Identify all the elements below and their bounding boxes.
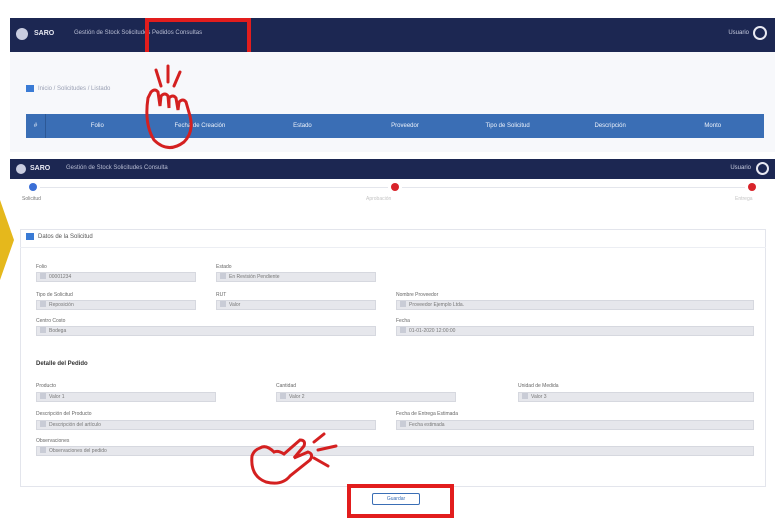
tipo-solicitud-field[interactable]: Reposición <box>36 300 196 310</box>
grid-column-header[interactable]: Tipo de Solicitud <box>456 123 559 129</box>
user-icon[interactable] <box>756 162 769 175</box>
descripcion-producto-field[interactable]: Descripción del artículo <box>36 420 376 430</box>
dialog-menu[interactable]: Gestión de Stock Solicitudes Consulta <box>66 165 168 171</box>
menu-highlight-box <box>145 18 251 56</box>
step-label: Entrega <box>735 196 753 202</box>
field-value: 00001234 <box>49 274 72 280</box>
user-name[interactable]: Usuario <box>728 30 749 36</box>
cantidad-field[interactable]: Valor 2 <box>276 392 456 402</box>
divider <box>20 247 766 248</box>
field-label: Unidad de Medida <box>518 383 559 389</box>
field-icon <box>40 421 46 427</box>
nombre-proveedor-field[interactable]: Proveedor Ejemplo Ltda. <box>396 300 754 310</box>
field-value: Valor 2 <box>289 394 305 400</box>
step-indicator[interactable] <box>29 183 37 191</box>
grid-column-header[interactable]: Proveedor <box>354 123 457 129</box>
pointer-hand-icon <box>250 432 338 485</box>
user-name[interactable]: Usuario <box>730 165 751 171</box>
field-label: Descripción del Producto <box>36 411 92 417</box>
field-label: Folio <box>36 264 47 270</box>
step-indicator[interactable] <box>748 183 756 191</box>
field-label: Nombre Proveedor <box>396 292 439 298</box>
field-label: Observaciones <box>36 438 70 444</box>
fecha-entrega-field[interactable]: Fecha estimada <box>396 420 754 430</box>
logo-icon <box>16 164 26 174</box>
submit-highlight-box <box>347 484 454 518</box>
folio-field[interactable]: 00001234 <box>36 272 196 282</box>
brand-name: SARO <box>34 30 55 37</box>
breadcrumb-text: Inicio / Solicitudes / Listado <box>38 86 111 93</box>
stepper-line <box>40 187 388 188</box>
unidad-medida-field[interactable]: Valor 3 <box>518 392 754 402</box>
field-value: Bodega <box>49 328 67 334</box>
step-indicator[interactable] <box>391 183 399 191</box>
pointer-hand-icon <box>145 64 193 149</box>
field-icon <box>400 327 406 333</box>
grid-column-header[interactable]: Monto <box>661 123 764 129</box>
field-label: Fecha de Entrega Estimada <box>396 411 458 417</box>
field-value: Fecha estimada <box>409 422 445 428</box>
dialog-navbar: SARO Gestión de Stock Solicitudes Consul… <box>10 159 775 179</box>
field-label: RUT <box>216 292 227 298</box>
estado-field[interactable]: En Revisión Pendiente <box>216 272 376 282</box>
field-icon <box>400 421 406 427</box>
field-value: Valor 3 <box>531 394 547 400</box>
field-icon <box>400 301 406 307</box>
field-value: Descripción del artículo <box>49 422 101 428</box>
field-label: Estado <box>216 264 232 270</box>
field-label: Centro Costo <box>36 318 66 324</box>
user-icon[interactable] <box>753 26 767 40</box>
field-icon <box>40 273 46 279</box>
stepper-line <box>402 187 745 188</box>
field-icon <box>40 327 46 333</box>
card-title: Datos de la Solicitud <box>26 233 93 240</box>
section-title: Detalle del Pedido <box>36 361 88 367</box>
field-value: Valor 1 <box>49 394 65 400</box>
grid-column-header[interactable]: Estado <box>251 123 354 129</box>
breadcrumb: Inicio / Solicitudes / Listado <box>26 85 110 92</box>
field-icon <box>280 393 286 399</box>
field-icon <box>220 273 226 279</box>
field-value: Reposición <box>49 302 74 308</box>
step-label: Solicitud <box>22 196 41 202</box>
arrow-right-icon <box>0 200 14 280</box>
form-icon <box>26 233 34 240</box>
grid-select-column[interactable]: # <box>26 114 46 138</box>
field-value: 01-01-2020 12:00:00 <box>409 328 456 334</box>
field-value: Observaciones del pedido <box>49 448 107 454</box>
field-value: En Revisión Pendiente <box>229 274 280 280</box>
producto-field[interactable]: Valor 1 <box>36 392 216 402</box>
field-icon <box>220 301 226 307</box>
logo-icon <box>16 28 28 40</box>
field-icon <box>40 393 46 399</box>
field-value: Proveedor Ejemplo Ltda. <box>409 302 465 308</box>
field-icon <box>522 393 528 399</box>
fecha-field[interactable]: 01-01-2020 12:00:00 <box>396 326 754 336</box>
rut-field[interactable]: Valor <box>216 300 376 310</box>
field-icon <box>40 301 46 307</box>
field-label: Producto <box>36 383 57 389</box>
top-navbar: SARO Gestión de Stock Solicitudes Pedido… <box>10 18 775 52</box>
field-label: Fecha <box>396 318 410 324</box>
grid-column-header[interactable]: Descripción <box>559 123 662 129</box>
card-title-text: Datos de la Solicitud <box>38 234 93 241</box>
step-label: Aprobación <box>366 196 392 202</box>
field-icon <box>40 447 46 453</box>
field-label: Tipo de Solicitud <box>36 292 73 298</box>
list-icon <box>26 85 34 92</box>
observaciones-field[interactable]: Observaciones del pedido <box>36 446 754 456</box>
centro-costo-field[interactable]: Bodega <box>36 326 376 336</box>
field-value: Valor <box>229 302 241 308</box>
field-label: Cantidad <box>276 383 297 389</box>
brand-name: SARO <box>30 165 51 172</box>
